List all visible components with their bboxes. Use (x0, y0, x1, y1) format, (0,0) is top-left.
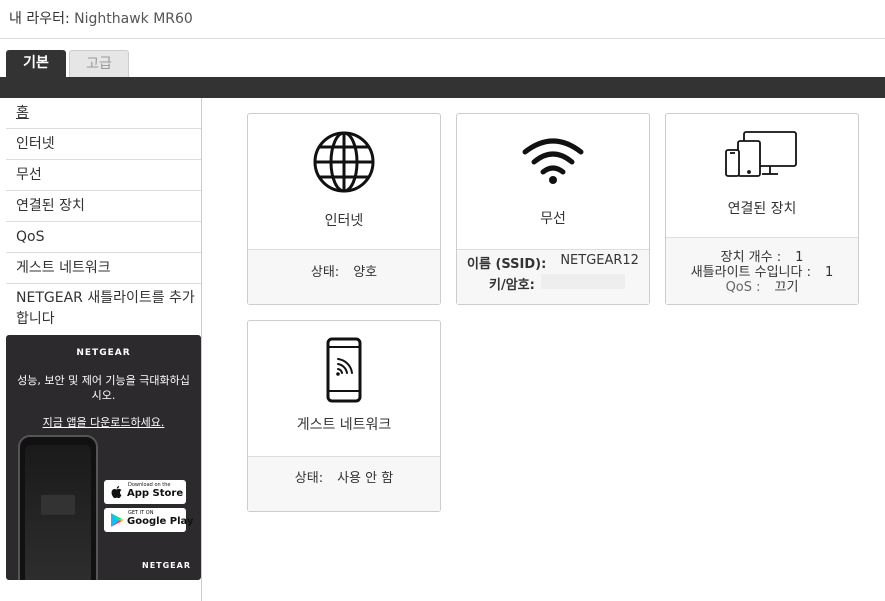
google-play-button[interactable]: GET IT ON Google Play (104, 508, 194, 532)
qos-value: 끄기 (774, 280, 799, 295)
sidebar-item-label: 연결된 장치 (16, 198, 85, 214)
card-title: 인터넷 (324, 213, 364, 229)
google-play-text: Google Play (127, 516, 194, 527)
card-footer: 장치 개수 : 1 새틀라이트 수입니다 : 1 QoS : 끄기 (666, 237, 858, 304)
status-value: 양호 (353, 265, 378, 280)
ssid-label: 이름 (SSID): (467, 257, 547, 272)
status-value: 사용 안 함 (337, 471, 394, 486)
wifi-icon (522, 138, 584, 184)
card-title: 연결된 장치 (727, 201, 797, 217)
sidebar: 홈 인터넷 무선 연결된 장치 QoS 게스트 네트워크 NETGEAR 새틀라… (6, 98, 201, 338)
phone-wifi-icon (326, 337, 362, 403)
card-footer: 상태: 양호 (248, 249, 440, 304)
device-count-value: 1 (795, 250, 804, 265)
router-label: 내 라우터: (9, 11, 70, 27)
phone-image (18, 435, 98, 580)
download-app-link[interactable]: 지금 앱을 다운로드하세요. (6, 414, 201, 430)
sidebar-item-guest-network[interactable]: 게스트 네트워크 (6, 253, 201, 284)
key-label: 키/암호: (489, 278, 535, 293)
sidebar-item-label: 게스트 네트워크 (16, 260, 111, 276)
apple-icon (111, 486, 122, 499)
sidebar-item-wireless[interactable]: 무선 (6, 160, 201, 191)
sidebar-item-label: 무선 (16, 167, 42, 183)
phone-screen (25, 445, 91, 580)
sidebar-item-internet[interactable]: 인터넷 (6, 129, 201, 160)
google-play-icon (111, 513, 124, 527)
sidebar-item-label: 인터넷 (16, 136, 55, 152)
sidebar-item-label: NETGEAR 새틀라이트를 추가합니다 (16, 290, 195, 327)
sidebar-item-add-satellite[interactable]: NETGEAR 새틀라이트를 추가합니다 (6, 284, 201, 338)
globe-icon (313, 131, 375, 193)
internet-card[interactable]: 인터넷 상태: 양호 (247, 113, 441, 305)
satellite-count-value: 1 (825, 265, 834, 280)
guest-network-card[interactable]: 게스트 네트워크 상태: 사용 안 함 (247, 320, 441, 512)
ssid-value: NETGEAR12 (560, 253, 639, 268)
devices-icon (725, 131, 797, 177)
sidebar-item-home[interactable]: 홈 (6, 98, 201, 129)
tab-basic[interactable]: 기본 (6, 50, 66, 78)
sidebar-item-label: QoS (16, 229, 45, 245)
app-store-text: App Store (127, 488, 184, 499)
router-title: 내 라우터: Nighthawk MR60 (9, 8, 193, 28)
tab-bar (0, 77, 885, 98)
sidebar-divider (201, 98, 202, 601)
router-name: Nighthawk MR60 (74, 11, 193, 27)
wireless-card[interactable]: 무선 이름 (SSID): NETGEAR12 키/암호: (456, 113, 650, 305)
sidebar-item-attached-devices[interactable]: 연결된 장치 (6, 191, 201, 222)
router-image (41, 495, 75, 515)
card-footer: 이름 (SSID): NETGEAR12 키/암호: (457, 249, 649, 304)
netgear-logo: NETGEAR (76, 348, 131, 358)
card-title: 게스트 네트워크 (296, 417, 392, 433)
attached-devices-card[interactable]: 연결된 장치 장치 개수 : 1 새틀라이트 수입니다 : 1 QoS : 끄기 (665, 113, 859, 305)
qos-label: QoS : (725, 280, 761, 295)
card-footer: 상태: 사용 안 함 (248, 456, 440, 511)
device-count-label: 장치 개수 : (720, 250, 782, 265)
promo-text: 성능, 보안 및 제어 기능을 극대화하십시오. (17, 374, 190, 402)
netgear-logo: NETGEAR (142, 561, 191, 570)
sidebar-item-qos[interactable]: QoS (6, 222, 201, 253)
password-mask (540, 274, 625, 289)
header-divider (0, 38, 885, 39)
status-label: 상태: (310, 265, 340, 280)
status-label: 상태: (294, 471, 324, 486)
app-store-button[interactable]: Download on the App Store (104, 480, 186, 504)
card-title: 무선 (540, 211, 566, 227)
satellite-count-label: 새틀라이트 수입니다 : (690, 265, 811, 280)
sidebar-item-label: 홈 (16, 105, 29, 121)
app-promo-banner[interactable]: NETGEAR 성능, 보안 및 제어 기능을 극대화하십시오. 지금 앱을 다… (6, 335, 201, 580)
tab-advanced[interactable]: 고급 (69, 50, 129, 78)
